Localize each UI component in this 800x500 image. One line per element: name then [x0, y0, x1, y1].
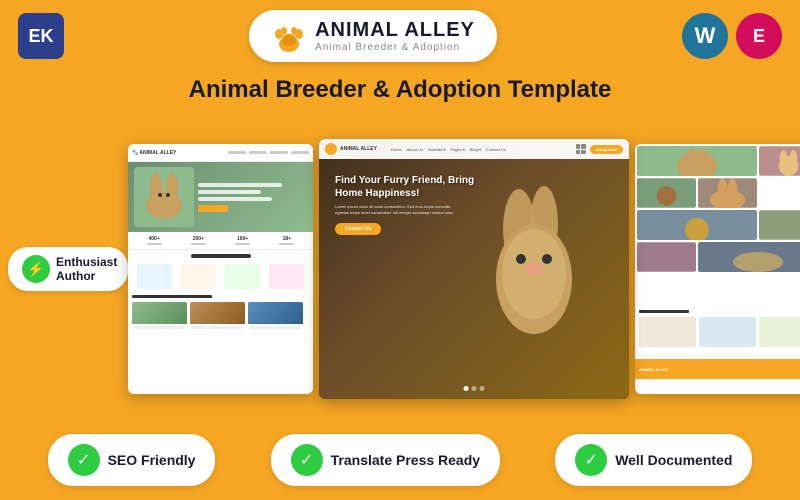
documented-badge: ✓ Well Documented	[555, 434, 752, 486]
preview-area: 🐾 ANIMAL ALLEY	[128, 134, 800, 404]
hero-heading: Find Your Furry Friend, BringHome Happin…	[335, 174, 474, 200]
middle-section: ⚡ Enthusiast Author 🐾 ANIMAL ALLEY	[0, 114, 800, 424]
seo-badge: ✓ SEO Friendly	[48, 434, 216, 486]
adopt-now-btn[interactable]: Adopt Now	[590, 145, 623, 154]
center-mockup: ANIMAL ALLEY Home About Us Animals ▾ Pag…	[319, 139, 629, 399]
rabbit-illustration	[469, 159, 599, 359]
documented-label: Well Documented	[615, 452, 732, 468]
seo-label: SEO Friendly	[108, 452, 196, 468]
enthusiast-icon: ⚡	[22, 255, 50, 283]
carousel-dot-1[interactable]	[464, 386, 469, 391]
center-brand-logo: ANIMAL ALLEY Animal Breeder & Adoption	[249, 10, 497, 62]
documented-icon: ✓	[575, 444, 607, 476]
right-mockup: ANIMAL ALLEY	[635, 144, 800, 394]
translate-label: Translate Press Ready	[331, 452, 480, 468]
main-container: EK ANIMAL ALLEY Animal Breeder & Adoptio…	[0, 0, 800, 500]
elementor-icon: E	[736, 13, 782, 59]
contact-us-btn[interactable]: Contact Us	[335, 223, 381, 235]
bottom-features: ✓ SEO Friendly ✓ Translate Press Ready ✓…	[0, 424, 800, 500]
platform-icons: W E	[682, 13, 782, 59]
ek-logo: EK	[18, 13, 64, 59]
seo-icon: ✓	[68, 444, 100, 476]
carousel-dot-2[interactable]	[472, 386, 477, 391]
left-mockup: 🐾 ANIMAL ALLEY	[128, 144, 313, 394]
brand-name: ANIMAL ALLEY	[315, 19, 475, 42]
enthusiast-label: Enthusiast Author	[56, 255, 117, 283]
carousel-dot-3[interactable]	[480, 386, 485, 391]
translate-badge: ✓ Translate Press Ready	[271, 434, 500, 486]
brand-subtitle: Animal Breeder & Adoption	[315, 42, 475, 53]
hero-subtext: Lorem ipsum dolor sit amet consectetur. …	[335, 204, 455, 215]
paw-icon	[271, 18, 307, 54]
enthusiast-author-badge: ⚡ Enthusiast Author	[8, 247, 128, 291]
wordpress-icon: W	[682, 13, 728, 59]
page-title: Animal Breeder & Adoption Template	[189, 76, 612, 104]
translate-icon: ✓	[291, 444, 323, 476]
top-bar: EK ANIMAL ALLEY Animal Breeder & Adoptio…	[0, 0, 800, 72]
